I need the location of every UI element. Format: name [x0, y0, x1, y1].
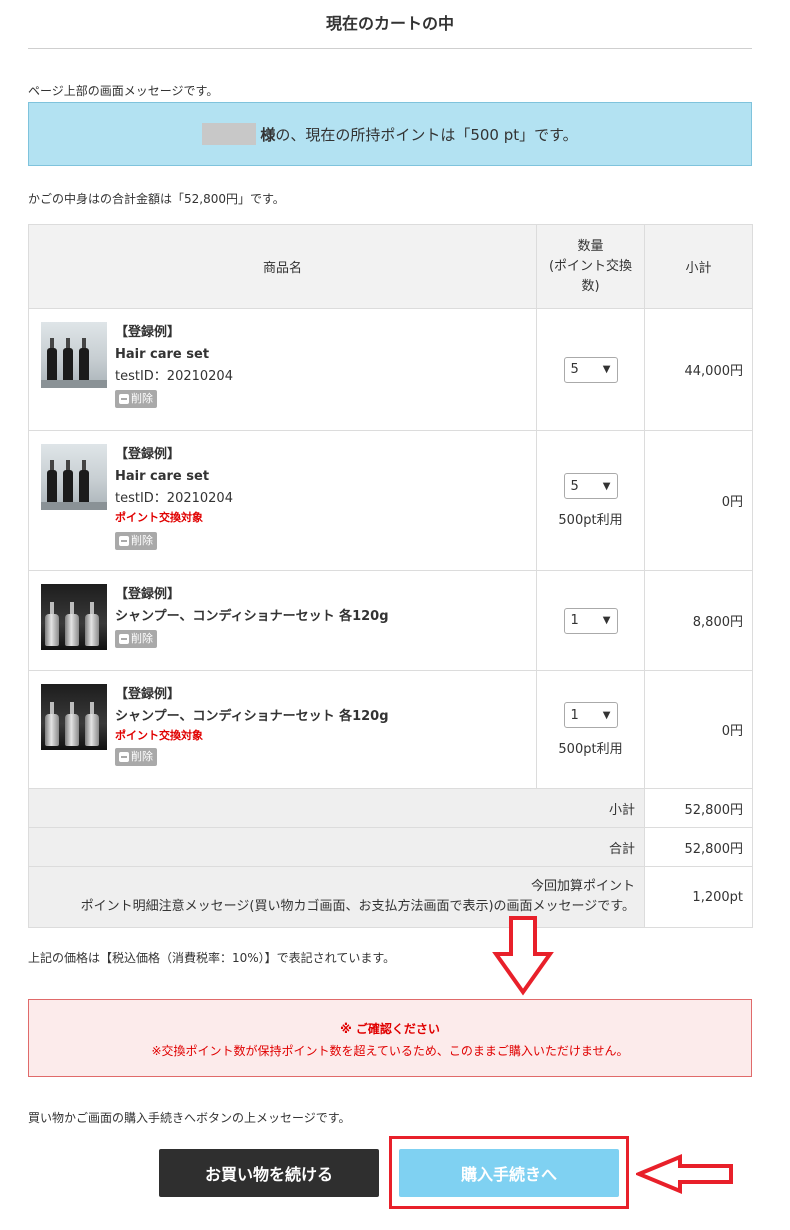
- delete-label: 削除: [131, 632, 153, 645]
- item-subtotal: 44,000円: [644, 308, 753, 431]
- header-subtotal: 小計: [644, 224, 753, 309]
- item-subtotal: 0円: [644, 430, 753, 571]
- point-exchange-label: ポイント交換対象: [115, 511, 203, 524]
- points-added-value: 1,200pt: [644, 866, 753, 928]
- points-added-label: 今回加算ポイント: [530, 879, 635, 894]
- warning-title: ※ ご確認ください: [340, 1022, 440, 1036]
- points-used: 500pt利用: [558, 513, 623, 528]
- item-test-id: testID：20210204: [115, 491, 233, 506]
- quantity-select[interactable]: 1 ▼: [563, 702, 618, 728]
- product-thumbnail[interactable]: [41, 684, 107, 750]
- page-title: 現在のカートの中: [325, 14, 454, 33]
- header-quantity-label: 数量 (ポイント交換数): [548, 238, 633, 294]
- table-row: 【登録例】 Hair care set testID：20210204 ポイント…: [28, 430, 753, 571]
- delete-button[interactable]: 削除: [115, 532, 157, 550]
- table-row: 【登録例】 Hair care set testID：20210204 削除 5…: [28, 308, 753, 431]
- points-used: 500pt利用: [558, 742, 623, 757]
- total-value: 52,800円: [644, 827, 753, 867]
- total-label: 合計: [28, 827, 645, 867]
- minus-icon: [119, 752, 129, 762]
- warning-box: ※ ご確認ください ※交換ポイント数が保持ポイント数を超えているため、このままご…: [28, 999, 752, 1077]
- point-exchange-label: ポイント交換対象: [115, 729, 203, 742]
- button-message: 買い物かご画面の購入手続きへボタンの上メッセージです。: [28, 1111, 351, 1125]
- quantity-value: 1: [570, 707, 579, 723]
- product-thumbnail[interactable]: [41, 584, 107, 650]
- points-row: 今回加算ポイント ポイント明細注意メッセージ(買い物カゴ画面、お支払方法画面で表…: [28, 866, 753, 928]
- minus-icon: [119, 394, 129, 404]
- delete-label: 削除: [131, 392, 153, 405]
- item-name[interactable]: シャンプー、コンディショナーセット 各120g: [115, 706, 389, 728]
- item-registration-tag: 【登録例】: [115, 325, 181, 340]
- item-name[interactable]: Hair care set: [115, 344, 233, 366]
- title-divider: [28, 48, 752, 49]
- quantity-select[interactable]: 1 ▼: [563, 607, 618, 634]
- chevron-down-icon: ▼: [602, 709, 611, 721]
- points-notice-message: ポイント明細注意メッセージ(買い物カゴ画面、お支払方法画面で表示)の画面メッセー…: [80, 899, 635, 914]
- annotation-arrow-left-icon: [636, 1154, 733, 1194]
- subtotal-value: 52,800円: [644, 788, 753, 828]
- top-message: ページ上部の画面メッセージです。: [28, 84, 219, 98]
- annotation-arrow-down-icon: [492, 916, 554, 996]
- item-name[interactable]: Hair care set: [115, 466, 233, 488]
- subtotal-label: 小計: [28, 788, 645, 828]
- delete-button[interactable]: 削除: [115, 390, 157, 408]
- subtotal-row: 小計 52,800円: [28, 788, 753, 828]
- quantity-value: 5: [570, 362, 579, 377]
- item-registration-tag: 【登録例】: [115, 447, 181, 462]
- cart-total-message: かごの中身はの合計金額は「52,800円」です。: [28, 192, 285, 206]
- delete-button[interactable]: 削除: [115, 748, 157, 766]
- chevron-down-icon: ▼: [602, 615, 611, 626]
- item-subtotal: 0円: [644, 670, 753, 789]
- item-registration-tag: 【登録例】: [115, 687, 181, 702]
- product-thumbnail[interactable]: [41, 322, 107, 388]
- continue-shopping-button[interactable]: お買い物を続ける: [159, 1149, 379, 1197]
- masked-user-name: [202, 123, 257, 145]
- quantity-select[interactable]: 5 ▼: [563, 356, 618, 383]
- minus-icon: [119, 536, 129, 546]
- quantity-select[interactable]: 5 ▼: [563, 473, 618, 499]
- header-quantity: 数量 (ポイント交換数): [536, 224, 645, 309]
- item-test-id: testID：20210204: [115, 369, 233, 384]
- checkout-button[interactable]: 購入手続きへ: [399, 1149, 619, 1197]
- delete-label: 削除: [131, 750, 153, 763]
- warning-text: ※交換ポイント数が保持ポイント数を超えているため、このままご購入いただけません。: [151, 1044, 629, 1058]
- header-product-name: 商品名: [28, 224, 537, 309]
- points-text: の、現在の所持ポイントは「500 pt」です。: [275, 125, 578, 144]
- item-name[interactable]: シャンプー、コンディショナーセット 各120g: [115, 606, 389, 628]
- table-row: 【登録例】 シャンプー、コンディショナーセット 各120g ポイント交換対象 削…: [28, 670, 753, 789]
- delete-label: 削除: [131, 534, 153, 547]
- item-registration-tag: 【登録例】: [115, 587, 181, 602]
- chevron-down-icon: ▼: [602, 480, 611, 492]
- tax-message: 上記の価格は【税込価格（消費税率：10%）】で表記されています。: [28, 951, 396, 965]
- minus-icon: [119, 634, 129, 644]
- item-subtotal: 8,800円: [644, 570, 753, 671]
- chevron-down-icon: ▼: [602, 364, 611, 375]
- total-row: 合計 52,800円: [28, 827, 753, 867]
- honorific: 様: [260, 125, 276, 144]
- product-thumbnail[interactable]: [41, 444, 107, 510]
- cart-table: 商品名 数量 (ポイント交換数) 小計 【登録例】 Hair care set: [28, 224, 753, 928]
- delete-button[interactable]: 削除: [115, 630, 157, 648]
- quantity-value: 1: [570, 613, 579, 628]
- points-info-box: 様 の、現在の所持ポイントは「500 pt」です。: [28, 102, 752, 166]
- quantity-value: 5: [570, 478, 579, 494]
- table-row: 【登録例】 シャンプー、コンディショナーセット 各120g 削除 1 ▼ 8,80…: [28, 570, 753, 671]
